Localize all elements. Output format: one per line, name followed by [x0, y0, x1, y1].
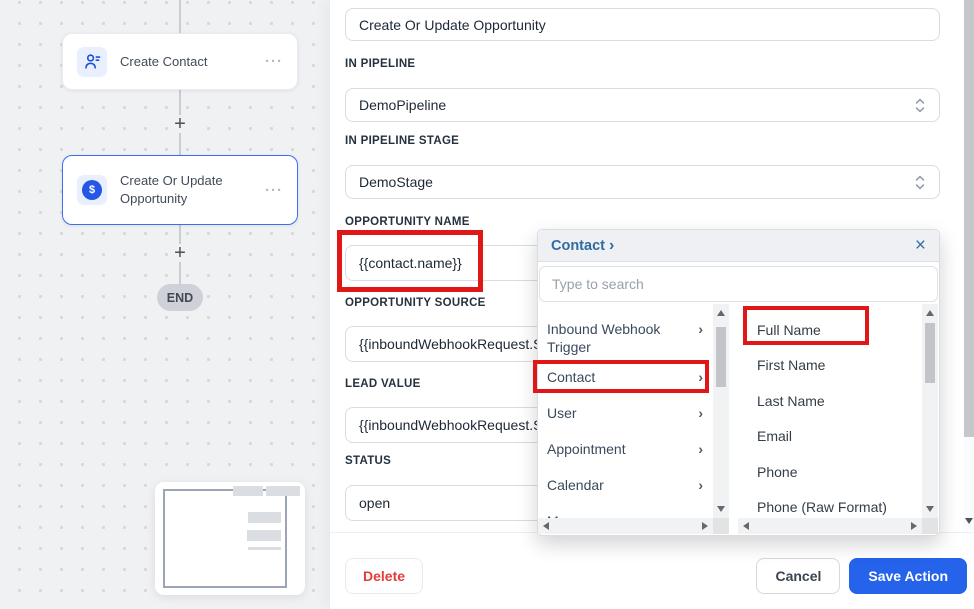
field-email[interactable]: Email	[738, 419, 922, 455]
end-node: END	[157, 284, 203, 311]
minimap-block	[266, 486, 300, 496]
category-list: Inbound Webhook Trigger › Contact › User…	[538, 304, 713, 518]
scrollbar-thumb[interactable]	[716, 327, 726, 387]
breadcrumb-label: Contact	[551, 238, 605, 254]
minimap-block	[248, 547, 281, 550]
dropdown-search	[539, 266, 938, 302]
category-inbound-webhook-trigger[interactable]: Inbound Webhook Trigger ›	[538, 312, 713, 360]
field-last-name[interactable]: Last Name	[738, 383, 922, 419]
node-menu-icon[interactable]: ···	[265, 182, 283, 199]
action-name-input[interactable]	[345, 8, 940, 41]
scrollbar-corner	[922, 518, 938, 534]
scroll-right-arrow-icon[interactable]	[911, 522, 917, 530]
dropdown-header: Contact› ×	[538, 230, 939, 262]
scroll-down-arrow-icon[interactable]	[965, 518, 973, 524]
category-vertical-scrollbar[interactable]	[713, 304, 729, 518]
footer-actions: Cancel Save Action	[756, 558, 967, 594]
node-label: Create Contact	[120, 53, 252, 71]
select-chevrons-icon	[914, 97, 926, 114]
connector-line	[179, 0, 181, 33]
field-vertical-scrollbar[interactable]	[922, 304, 938, 518]
scroll-up-arrow-icon[interactable]	[926, 310, 934, 316]
opportunity-dollar-icon: $	[77, 175, 107, 205]
pipeline-stage-select-value: DemoStage	[359, 174, 433, 190]
scroll-left-arrow-icon[interactable]	[543, 522, 549, 530]
in-pipeline-stage-label: IN PIPELINE STAGE	[345, 135, 459, 147]
category-calendar[interactable]: Calendar ›	[538, 468, 713, 504]
scrollbar-corner	[713, 518, 729, 534]
add-step-button[interactable]: +	[170, 115, 190, 133]
in-pipeline-label: IN PIPELINE	[345, 58, 415, 70]
chevron-right-icon: ›	[698, 476, 703, 494]
contact-person-icon	[77, 47, 107, 77]
node-create-contact[interactable]: Create Contact ···	[62, 33, 298, 90]
field-phone-raw-format[interactable]: Phone (Raw Format)	[738, 490, 922, 519]
scrollbar-thumb[interactable]	[925, 323, 935, 383]
chevron-right-icon: ›	[609, 237, 614, 254]
category-contact[interactable]: Contact ›	[538, 360, 713, 396]
workflow-canvas[interactable]: Create Contact ··· + $ Create Or Update …	[0, 0, 334, 609]
node-create-or-update-opportunity[interactable]: $ Create Or Update Opportunity ···	[62, 155, 298, 225]
chevron-right-icon: ›	[698, 320, 703, 338]
field-list: Full Name First Name Last Name Email Pho…	[738, 304, 922, 518]
panel-scrollbar[interactable]	[964, 0, 974, 530]
add-step-button[interactable]: +	[170, 244, 190, 262]
select-chevrons-icon	[914, 174, 926, 191]
custom-values-dropdown: Contact› × Inbound Webhook Trigger › Con…	[537, 229, 940, 536]
category-pane: Inbound Webhook Trigger › Contact › User…	[538, 304, 729, 534]
field-full-name[interactable]: Full Name	[738, 312, 922, 348]
field-first-name[interactable]: First Name	[738, 348, 922, 384]
field-phone[interactable]: Phone	[738, 454, 922, 490]
dropdown-body: Inbound Webhook Trigger › Contact › User…	[538, 304, 939, 534]
cancel-button[interactable]: Cancel	[756, 558, 840, 594]
node-menu-icon[interactable]: ···	[265, 53, 283, 70]
opportunity-name-label: OPPORTUNITY NAME	[345, 216, 470, 228]
category-horizontal-scrollbar[interactable]	[538, 518, 713, 534]
chevron-right-icon: ›	[698, 368, 703, 386]
opportunity-source-label: OPPORTUNITY SOURCE	[345, 297, 486, 309]
scroll-left-arrow-icon[interactable]	[743, 522, 749, 530]
category-user[interactable]: User ›	[538, 396, 713, 432]
search-input[interactable]	[552, 276, 925, 292]
minimap-block	[248, 512, 281, 523]
status-label: STATUS	[345, 455, 391, 467]
scroll-right-arrow-icon[interactable]	[702, 522, 708, 530]
minimap[interactable]	[155, 482, 305, 595]
node-label: Create Or Update Opportunity	[120, 172, 252, 207]
chevron-right-icon: ›	[698, 440, 703, 458]
breadcrumb[interactable]: Contact›	[551, 237, 614, 255]
lead-value-label: LEAD VALUE	[345, 378, 421, 390]
field-pane: Full Name First Name Last Name Email Pho…	[738, 304, 938, 534]
panel-footer: Delete Cancel Save Action	[330, 532, 974, 609]
delete-button[interactable]: Delete	[345, 558, 423, 594]
chevron-right-icon: ›	[698, 404, 703, 422]
pipeline-stage-select[interactable]: DemoStage	[345, 165, 940, 199]
close-icon[interactable]: ×	[915, 236, 926, 255]
scroll-down-arrow-icon[interactable]	[926, 506, 934, 512]
minimap-block	[247, 530, 281, 541]
category-appointment[interactable]: Appointment ›	[538, 432, 713, 468]
scroll-down-arrow-icon[interactable]	[717, 506, 725, 512]
pipeline-select[interactable]: DemoPipeline	[345, 88, 940, 122]
panel-scrollbar-thumb[interactable]	[964, 0, 974, 437]
scroll-up-arrow-icon[interactable]	[717, 310, 725, 316]
field-horizontal-scrollbar[interactable]	[738, 518, 922, 534]
minimap-block	[233, 486, 263, 496]
pipeline-select-value: DemoPipeline	[359, 97, 446, 113]
save-action-button[interactable]: Save Action	[849, 558, 967, 594]
category-clipped[interactable]: M ›	[538, 504, 713, 518]
